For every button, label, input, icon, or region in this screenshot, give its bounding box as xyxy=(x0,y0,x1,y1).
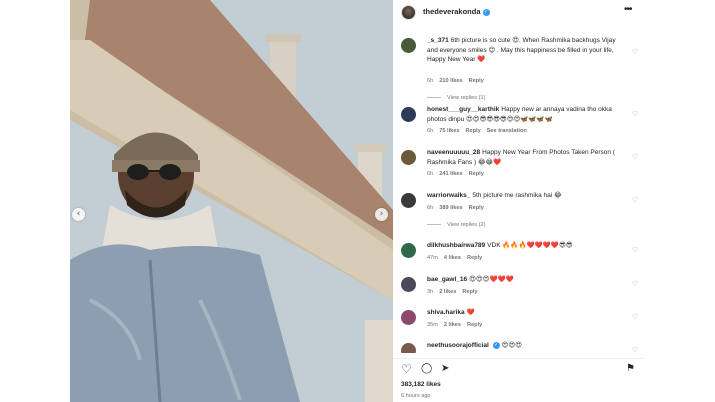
comment-likes[interactable]: 4 likes xyxy=(444,255,461,261)
reply-button[interactable]: Reply xyxy=(469,78,484,84)
commenter-avatar[interactable] xyxy=(401,310,416,325)
replies-divider xyxy=(427,97,441,99)
comment-meta: 6h 389 likes Reply xyxy=(427,205,490,211)
like-comment-heart-icon[interactable]: ♡ xyxy=(632,246,638,254)
comment-content: 😍😍😍❤️❤️❤️ xyxy=(469,276,514,283)
commenter-avatar[interactable] xyxy=(401,343,416,353)
commenter-username[interactable]: bae_gawl_16 xyxy=(427,276,467,283)
like-comment-heart-icon[interactable]: ♡ xyxy=(632,313,638,321)
commenter-username[interactable]: honest___guy__karthik xyxy=(427,106,499,113)
commenter-username[interactable]: warriorwalks_ xyxy=(427,192,470,199)
commenter-username[interactable]: dilkhushbairwa789 xyxy=(427,242,485,249)
comment-content: VDK 🔥🔥🔥❤️❤️❤️❤️😎😎 xyxy=(487,242,573,249)
like-comment-heart-icon[interactable]: ♡ xyxy=(632,280,638,288)
commenter-username[interactable]: naveenuuuuu_28 xyxy=(427,149,480,156)
more-options-icon[interactable]: ••• xyxy=(624,4,632,15)
comment-content: 5th picture me rashmika hai 😂 xyxy=(472,192,562,199)
save-bookmark-icon[interactable]: ⚑ xyxy=(626,363,635,374)
commenter-avatar[interactable] xyxy=(401,193,416,208)
previous-photo-button[interactable]: ‹ xyxy=(72,208,85,221)
view-replies-button[interactable]: View replies (2) xyxy=(427,222,485,228)
post-header: thedeverakonda ✓ ••• xyxy=(393,0,645,26)
comment-meta: 35m 2 likes Reply xyxy=(427,322,488,328)
comment-text: warriorwalks_ 5th picture me rashmika hai… xyxy=(427,191,623,201)
view-replies-label[interactable]: View replies (1) xyxy=(447,95,485,101)
comment-likes[interactable]: 210 likes xyxy=(439,78,462,84)
view-replies-button[interactable]: View replies (1) xyxy=(427,95,485,101)
post-photo xyxy=(70,0,393,402)
verified-badge-icon: ✓ xyxy=(492,341,500,349)
comment-meta: 3h 2 likes Reply xyxy=(427,289,484,295)
see-translation-button[interactable]: See translation xyxy=(487,128,527,134)
author-username[interactable]: thedeverakonda ✓ xyxy=(423,7,490,16)
next-photo-button[interactable]: › xyxy=(375,208,388,221)
comment-list: _s_371 6th picture is so cute 😍. When Ras… xyxy=(393,27,645,353)
reply-button[interactable]: Reply xyxy=(467,255,482,261)
like-comment-heart-icon[interactable]: ♡ xyxy=(632,48,638,56)
comment-time: 47m xyxy=(427,255,438,261)
commenter-username[interactable]: _s_371 xyxy=(427,37,449,44)
post-like-count[interactable]: 383,182 likes xyxy=(401,381,441,388)
comment-likes[interactable]: 389 likes xyxy=(439,205,462,211)
share-icon[interactable]: ➤ xyxy=(441,363,449,374)
commenter-avatar[interactable] xyxy=(401,243,416,258)
commenter-username[interactable]: neethusoorajofficial xyxy=(427,342,489,349)
photo-illustration xyxy=(70,0,393,402)
post-actions-bar: ♡ ◯ ➤ ⚑ xyxy=(393,358,645,378)
post-timestamp: 6 hours ago xyxy=(401,393,431,399)
author-avatar[interactable] xyxy=(401,5,416,20)
reply-button[interactable]: Reply xyxy=(469,205,484,211)
comment-likes[interactable]: 75 likes xyxy=(439,128,459,134)
commenter-username[interactable]: shiva.harika xyxy=(427,309,465,316)
comment-time: 6h xyxy=(427,78,434,84)
comment-time: 6h xyxy=(427,205,434,211)
comment-meta: 6h 210 likes Reply xyxy=(427,78,490,84)
comment-text: naveenuuuuu_28 Happy New Year From Photos… xyxy=(427,148,623,167)
commenter-avatar[interactable] xyxy=(401,277,416,292)
comments-panel: thedeverakonda ✓ ••• _s_371 6th picture is… xyxy=(393,0,645,402)
comment-text: bae_gawl_16 😍😍😍❤️❤️❤️ xyxy=(427,275,623,285)
comment-content: ❤️ xyxy=(466,309,475,316)
comment-meta: 6h 75 likes Reply See translation xyxy=(427,128,533,134)
comment-text: dilkhushbairwa789 VDK 🔥🔥🔥❤️❤️❤️❤️😎😎 xyxy=(427,241,623,251)
reply-button[interactable]: Reply xyxy=(462,289,477,295)
comment-time: 3h xyxy=(427,289,434,295)
reply-button[interactable]: Reply xyxy=(465,128,480,134)
comment-text: honest___guy__karthik Happy new ar annaya… xyxy=(427,105,623,124)
comment-meta: 6h 241 likes Reply xyxy=(427,171,490,177)
comment-time: 35m xyxy=(427,322,438,328)
verified-badge-icon: ✓ xyxy=(482,8,490,16)
comment-likes[interactable]: 2 likes xyxy=(444,322,461,328)
comment-likes[interactable]: 2 likes xyxy=(439,289,456,295)
like-comment-heart-icon[interactable]: ♡ xyxy=(632,153,638,161)
view-replies-label[interactable]: View replies (2) xyxy=(447,222,485,228)
replies-divider xyxy=(427,224,441,226)
commenter-avatar[interactable] xyxy=(401,150,416,165)
comment-text: _s_371 6th picture is so cute 😍. When Ras… xyxy=(427,36,623,65)
comment-icon[interactable]: ◯ xyxy=(421,363,432,374)
like-comment-heart-icon[interactable]: ♡ xyxy=(632,346,638,353)
comment-text: neethusoorajofficial ✓ 😍😍😍 xyxy=(427,341,623,351)
like-comment-heart-icon[interactable]: ♡ xyxy=(632,110,638,118)
comment-likes[interactable]: 241 likes xyxy=(439,171,462,177)
comment-text: shiva.harika ❤️ xyxy=(427,308,623,318)
comment-meta: 47m 4 likes Reply xyxy=(427,255,488,261)
like-comment-heart-icon[interactable]: ♡ xyxy=(632,196,638,204)
comment-content: 😍😍😍 xyxy=(501,342,522,349)
comment-time: 6h xyxy=(427,128,434,134)
commenter-avatar[interactable] xyxy=(401,107,416,122)
comment-time: 6h xyxy=(427,171,434,177)
author-username-text[interactable]: thedeverakonda xyxy=(423,7,481,16)
like-icon[interactable]: ♡ xyxy=(401,362,412,376)
commenter-avatar[interactable] xyxy=(401,38,416,53)
reply-button[interactable]: Reply xyxy=(467,322,482,328)
reply-button[interactable]: Reply xyxy=(469,171,484,177)
comment-content: 6th picture is so cute 😍. When Rashmika … xyxy=(427,37,616,64)
